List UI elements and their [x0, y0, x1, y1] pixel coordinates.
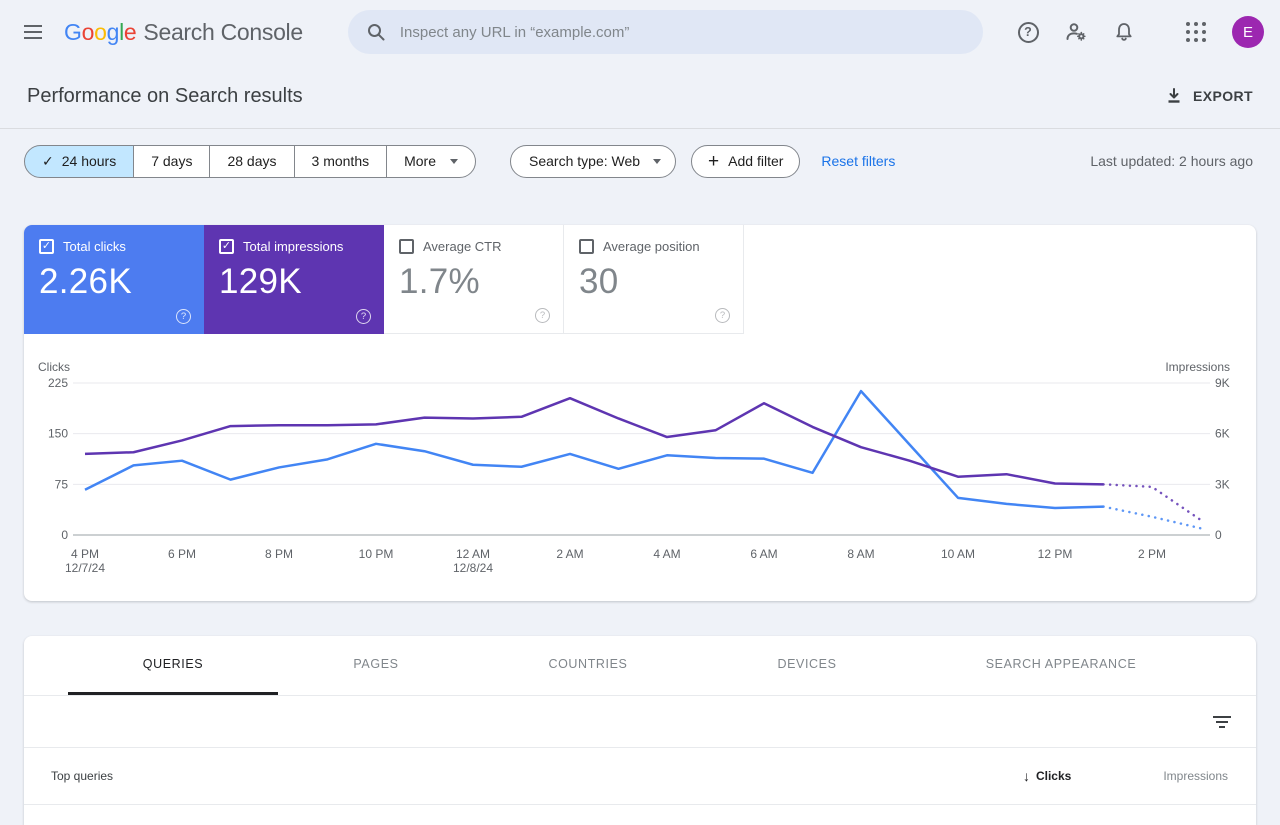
performance-chart[interactable]: 2251507509K6K3K0Clicks Impressions4 PM12/…: [24, 225, 1256, 601]
date-range-3-months[interactable]: 3 months: [293, 144, 388, 178]
search-type-dropdown[interactable]: Search type: Web: [510, 144, 677, 178]
apps-grid-icon: [1186, 22, 1206, 42]
tab-countries[interactable]: COUNTRIES: [474, 636, 702, 695]
right-axis-tick: 3K: [1215, 477, 1230, 491]
app-header: Google Search Console ?: [0, 0, 1280, 64]
impressions-line-forecast-dotted: [1102, 483, 1202, 522]
logo-letter: e: [123, 18, 137, 45]
right-axis-title: Impressions: [1165, 360, 1230, 374]
notifications-button[interactable]: [1108, 16, 1140, 48]
add-filter-button[interactable]: + Add filter: [691, 144, 801, 178]
x-tick-label: 4 PM: [71, 547, 99, 561]
logo-letter: o: [94, 18, 107, 45]
dimension-tabs: QUERIES PAGES COUNTRIES DEVICES SEARCH APPEA…: [24, 636, 1256, 696]
last-updated-text: Last updated: 2 hours ago: [1090, 153, 1253, 169]
date-range-label: 7 days: [151, 153, 193, 169]
filter-bar: ✓ 24 hours 7 days 28 days 3 months More Searc…: [0, 129, 1280, 193]
app-logo[interactable]: Google Search Console: [64, 19, 303, 46]
page-title: Performance on Search results: [27, 84, 303, 107]
more-label: More: [404, 153, 437, 169]
clicks-line-forecast-dotted: [1102, 505, 1202, 530]
page-title-row: Performance on Search results EXPORT: [0, 64, 1280, 129]
date-range-label: 24 hours: [61, 153, 117, 169]
x-tick-label: 6 AM: [750, 547, 777, 561]
search-input[interactable]: [399, 23, 965, 41]
left-axis-tick: 225: [48, 376, 68, 390]
export-label: EXPORT: [1193, 88, 1253, 104]
column-header-impressions[interactable]: Impressions: [1163, 769, 1228, 783]
help-button[interactable]: ?: [1012, 16, 1044, 48]
right-axis-tick: 9K: [1215, 376, 1230, 390]
tab-queries[interactable]: QUERIES: [68, 636, 278, 695]
left-axis-tick: 0: [61, 528, 68, 542]
url-inspect-searchbar[interactable]: [347, 10, 983, 54]
logo-letter: o: [81, 18, 95, 45]
bell-icon: [1116, 23, 1132, 41]
x-tick-label: 2 AM: [556, 547, 583, 561]
tab-search-appearance[interactable]: SEARCH APPEARANCE: [912, 636, 1210, 695]
right-axis-tick: 0: [1215, 528, 1222, 542]
date-range-24-hours[interactable]: ✓ 24 hours: [24, 144, 135, 178]
filter-list-icon[interactable]: [1213, 715, 1231, 728]
x-tick-label: 12 PM: [1038, 547, 1073, 561]
left-axis-tick: 75: [55, 477, 69, 491]
check-icon: ✓: [42, 152, 54, 169]
dimensions-table-card: QUERIES PAGES COUNTRIES DEVICES SEARCH APPEA…: [24, 636, 1256, 825]
avatar[interactable]: E: [1232, 16, 1264, 48]
x-tick-label: 10 AM: [941, 547, 975, 561]
date-range-label: 28 days: [227, 153, 277, 169]
column-header-clicks[interactable]: ↓ Clicks: [1023, 768, 1071, 784]
chevron-down-icon: [653, 158, 662, 164]
date-range-28-days[interactable]: 28 days: [209, 144, 295, 178]
search-type-label: Search type: Web: [529, 153, 641, 169]
tab-pages[interactable]: PAGES: [278, 636, 474, 695]
right-axis-tick: 6K: [1215, 427, 1230, 441]
table-header-row: Top queries ↓ Clicks Impressions: [24, 748, 1256, 805]
x-tick-label: 6 PM: [168, 547, 196, 561]
date-range-7-days[interactable]: 7 days: [133, 144, 211, 178]
x-tick-label: 8 AM: [847, 547, 874, 561]
left-axis-title: Clicks: [38, 360, 70, 374]
logo-letter: G: [64, 18, 82, 45]
add-filter-label: Add filter: [728, 153, 784, 169]
impressions-line: [84, 396, 1104, 486]
x-tick-label: 2 PM: [1138, 547, 1166, 561]
help-icon: ?: [1017, 21, 1039, 43]
date-range-group: ✓ 24 hours 7 days 28 days 3 months More: [24, 144, 477, 178]
google-logo-word: Google: [64, 18, 137, 46]
performance-chart-card: ✓ Total clicks 2.26K? ✓ Total impressions 129…: [24, 225, 1256, 601]
menu-icon[interactable]: [22, 18, 50, 46]
table-toolbar: [24, 696, 1256, 748]
column-header-top-queries: Top queries: [51, 769, 114, 783]
chevron-down-icon: [450, 158, 459, 164]
logo-letter: g: [106, 18, 120, 45]
date-range-label: 3 months: [311, 153, 370, 169]
product-name: Search Console: [143, 18, 303, 45]
x-tick-sublabel: 12/8/24: [453, 561, 493, 575]
download-icon: [1168, 88, 1180, 103]
plus-icon: +: [708, 150, 720, 172]
x-tick-label: 10 PM: [359, 547, 394, 561]
date-range-more-button[interactable]: More: [386, 144, 477, 178]
reset-filters-link[interactable]: Reset filters: [821, 153, 895, 169]
tab-devices[interactable]: DEVICES: [702, 636, 912, 695]
export-button[interactable]: EXPORT: [1165, 87, 1253, 105]
x-tick-label: 12 AM: [456, 547, 490, 561]
search-icon: [367, 24, 385, 41]
user-settings-button[interactable]: [1060, 16, 1092, 48]
x-tick-label: 8 PM: [265, 547, 293, 561]
x-tick-label: 4 AM: [653, 547, 680, 561]
google-apps-button[interactable]: [1180, 16, 1212, 48]
user-settings-icon: [1066, 23, 1086, 41]
left-axis-tick: 150: [48, 427, 68, 441]
x-tick-sublabel: 12/7/24: [65, 561, 105, 575]
sort-desc-icon: ↓: [1022, 768, 1030, 784]
